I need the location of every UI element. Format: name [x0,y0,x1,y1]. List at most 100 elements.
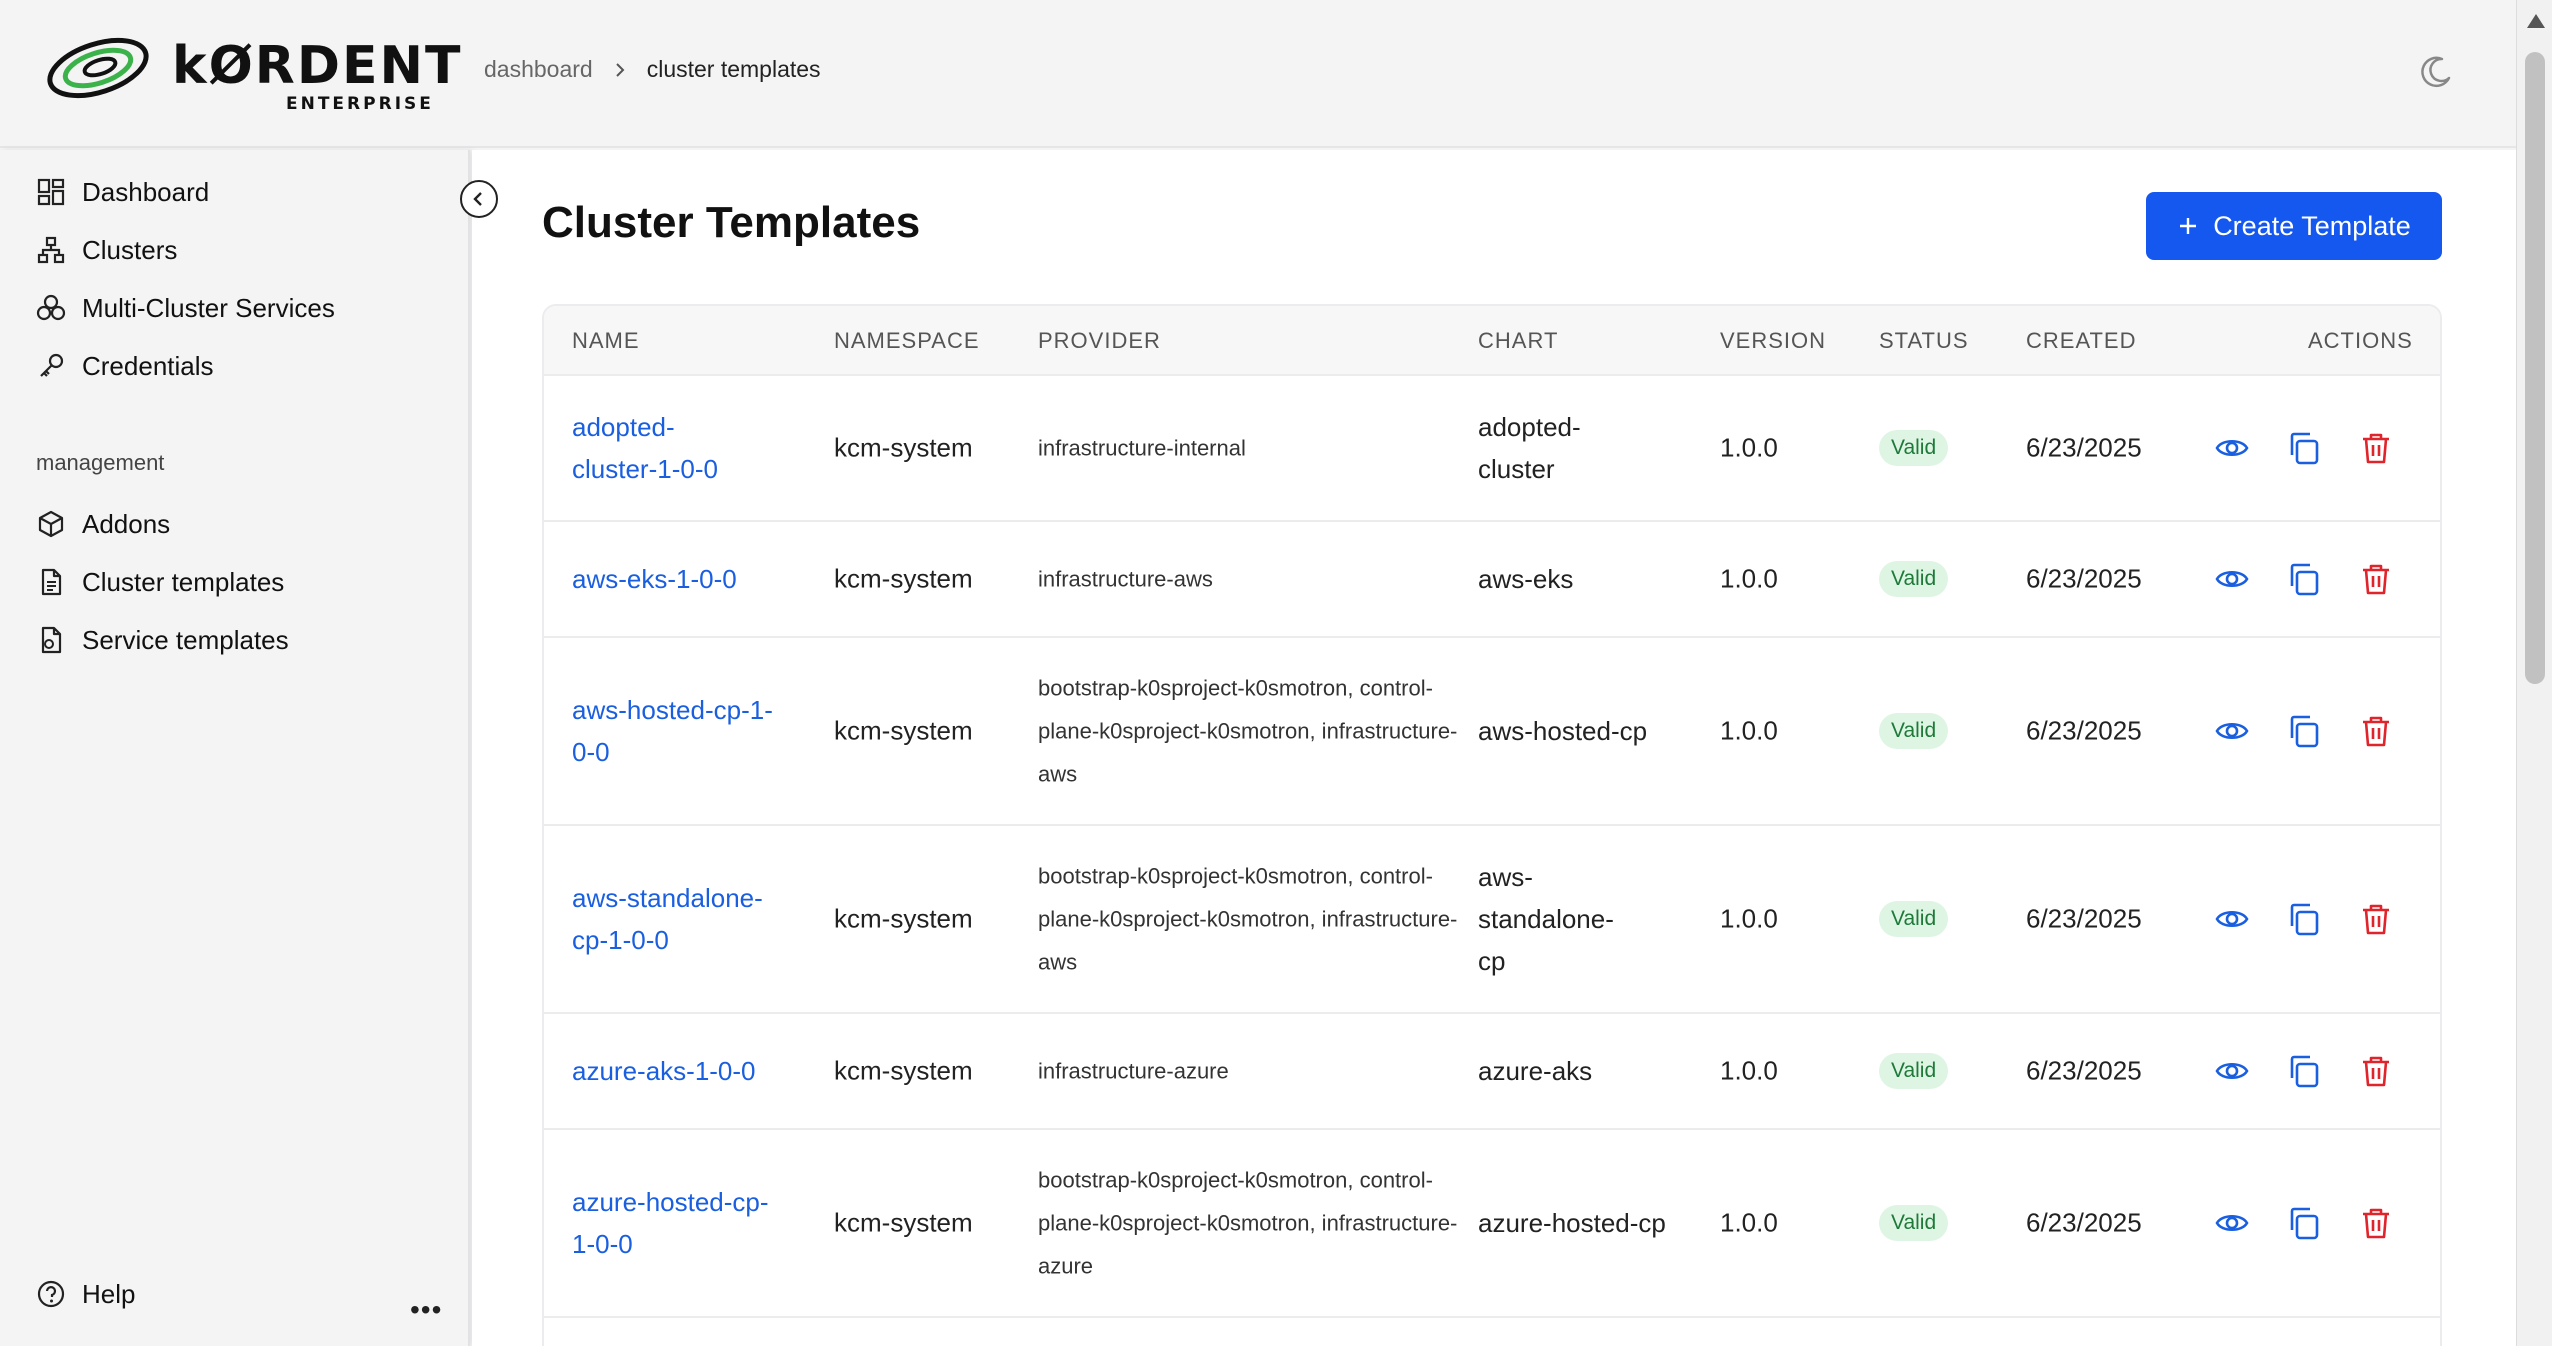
view-eye-icon[interactable] [2214,430,2250,466]
created-cell: 6/23/2025 [2026,1207,2142,1238]
chart-cell: azure-aks [1478,1056,1593,1086]
status-badge: Valid [1879,901,1949,937]
template-name-link[interactable]: aws-hosted-cp-1-0-0 [572,689,792,773]
scrollbar-thumb[interactable] [2525,52,2545,684]
namespace-cell: kcm-system [834,1207,973,1238]
sidebar-item-label: Multi-Cluster Services [82,292,335,323]
delete-trash-icon[interactable] [2358,1205,2394,1241]
created-cell: 6/23/2025 [2026,715,2142,746]
copy-icon[interactable] [2286,901,2322,937]
scroll-up-arrow-icon[interactable] [2527,14,2545,28]
status-badge: Valid [1879,713,1949,749]
sidebar-item-label: Addons [82,508,171,539]
namespace-cell: kcm-system [834,432,973,463]
chart-cell: aws-hosted-cp [1478,716,1648,746]
column-header-provider[interactable]: PROVIDER [1038,328,1161,354]
more-options-icon[interactable]: ••• [410,1294,442,1326]
status-badge: Valid [1879,430,1949,466]
table-row: aws-eks-1-0-0 kcm-system infrastructure-aw… [544,522,2440,638]
sidebar-item-label: Clusters [82,234,178,265]
sidebar-item-service-templates[interactable]: Service templates [36,618,289,662]
status-badge: Valid [1879,1053,1949,1089]
create-template-button[interactable]: Create Template [2146,192,2442,260]
document-icon [41,568,62,596]
theme-toggle-moon-icon[interactable] [2418,54,2454,90]
status-badge: Valid [1879,1205,1949,1241]
view-eye-icon[interactable] [2214,1053,2250,1089]
namespace-cell: kcm-system [834,715,973,746]
column-header-version[interactable]: VERSION [1720,328,1826,354]
column-header-name[interactable]: NAME [572,328,640,354]
version-cell: 1.0.0 [1720,1055,1778,1086]
table-row: adopted-cluster-1-0-0 kcm-system infrastru… [544,376,2440,522]
services-icon [36,294,66,321]
brand-name: kØRDENT [172,36,463,96]
column-header-chart[interactable]: CHART [1478,328,1558,354]
column-header-namespace[interactable]: NAMESPACE [834,328,980,354]
sidebar-item-label: Cluster templates [82,566,285,597]
sidebar-item-dashboard[interactable]: Dashboard [36,170,209,214]
service-template-icon [41,626,62,654]
created-cell: 6/23/2025 [2026,563,2142,594]
chart-cell: aws-standalone-cp [1478,862,1614,976]
top-header: kØRDENT ENTERPRISE dashboard cluster tem… [0,0,2516,148]
version-cell: 1.0.0 [1720,1207,1778,1238]
table-row: azure-aks-1-0-0 kcm-system infrastructure-… [544,1014,2440,1130]
column-header-actions: ACTIONS [2308,328,2413,353]
delete-trash-icon[interactable] [2358,561,2394,597]
namespace-cell: kcm-system [834,563,973,594]
dashboard-icon [37,178,65,206]
view-eye-icon[interactable] [2214,713,2250,749]
copy-icon[interactable] [2286,561,2322,597]
chart-cell: azure-hosted-cp [1478,1208,1666,1238]
version-cell: 1.0.0 [1720,563,1778,594]
status-badge: Valid [1879,561,1949,597]
created-cell: 6/23/2025 [2026,903,2142,934]
created-cell: 6/23/2025 [2026,1055,2142,1086]
provider-cell: infrastructure-azure [1038,1058,1229,1084]
template-name-link[interactable]: adopted-cluster-1-0-0 [572,406,722,490]
template-name-link[interactable]: azure-hosted-cp-1-0-0 [572,1181,772,1265]
sidebar-item-multi-cluster-services[interactable]: Multi-Cluster Services [36,286,335,330]
main-content: Cluster Templates Create Template NAME N… [472,150,2516,1346]
delete-trash-icon[interactable] [2358,430,2394,466]
sidebar-item-clusters[interactable]: Clusters [36,228,177,272]
view-eye-icon[interactable] [2214,561,2250,597]
copy-icon[interactable] [2286,430,2322,466]
provider-cell: infrastructure-aws [1038,566,1213,592]
template-name-link[interactable]: aws-eks-1-0-0 [572,558,812,600]
delete-trash-icon[interactable] [2358,1053,2394,1089]
cluster-templates-table: NAME NAMESPACE PROVIDER CHART VERSION ST… [542,304,2442,1346]
sidebar-item-cluster-templates[interactable]: Cluster templates [36,560,284,604]
delete-trash-icon[interactable] [2358,713,2394,749]
copy-icon[interactable] [2286,1053,2322,1089]
provider-cell: infrastructure-internal [1038,435,1246,461]
page-scrollbar[interactable] [2516,0,2552,1346]
sidebar-section-management: management [36,450,165,475]
delete-trash-icon[interactable] [2358,901,2394,937]
table-row: azure-hosted-cp-1-0-0 kcm-system bootstrap… [544,1130,2440,1318]
sidebar-item-label: Credentials [82,350,214,381]
chevron-left-icon [473,192,482,206]
copy-icon[interactable] [2286,1205,2322,1241]
provider-cell: bootstrap-k0sproject-k0smotron, control-… [1038,863,1458,975]
column-header-created[interactable]: CREATED [2026,328,2137,354]
brand-logo[interactable]: kØRDENT ENTERPRISE [46,30,461,116]
breadcrumb-dashboard-link[interactable]: dashboard [484,56,593,83]
plus-icon [2180,218,2197,234]
sidebar-item-help[interactable]: Help [36,1272,135,1316]
sidebar-item-addons[interactable]: Addons [36,502,170,546]
column-header-status[interactable]: STATUS [1879,328,1969,354]
template-name-link[interactable]: azure-aks-1-0-0 [572,1050,812,1092]
sidebar-item-label: Service templates [82,624,289,655]
created-cell: 6/23/2025 [2026,432,2142,463]
view-eye-icon[interactable] [2214,901,2250,937]
collapse-sidebar-button[interactable] [460,180,498,218]
sidebar-item-label: Help [82,1278,136,1309]
template-name-link[interactable]: aws-standalone-cp-1-0-0 [572,877,772,961]
box-icon [38,510,64,538]
clusters-icon [37,236,65,264]
sidebar-item-credentials[interactable]: Credentials [36,344,214,388]
view-eye-icon[interactable] [2214,1205,2250,1241]
copy-icon[interactable] [2286,713,2322,749]
